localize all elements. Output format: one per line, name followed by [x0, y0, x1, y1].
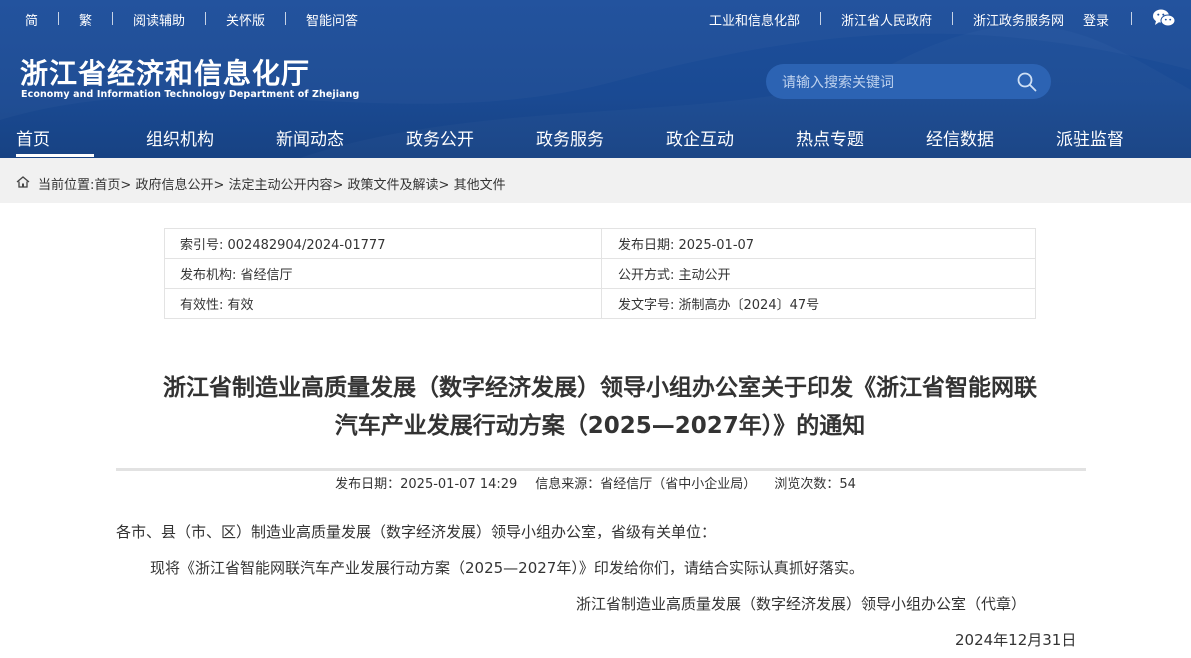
site-logo-subtitle: Economy and Information Technology Depar… — [21, 89, 360, 100]
site-header: 简 繁 阅读辅助 关怀版 智能问答 工业和信息化部 浙江省人民政府 浙江政务服务… — [0, 0, 1191, 158]
article-title-line: 浙江省制造业高质量发展（数字经济发展）领导小组办公室关于印发《浙江省智能网联 — [163, 375, 1037, 401]
breadcrumb-trail: 当前位置:首页> 政府信息公开> 法定主动公开内容> 政策文件及解读> 其他文件 — [38, 178, 506, 193]
search-box — [766, 64, 1051, 101]
nav-item-news[interactable]: 新闻动态 — [276, 125, 344, 150]
breadcrumb-item-policy-docs[interactable]: 政策文件及解读 — [348, 178, 439, 193]
article-salutation: 各市、县（市、区）制造业高质量发展（数字经济发展）领导小组办公室，省级有关单位： — [116, 523, 717, 541]
site-logo-title[interactable]: 浙江省经济和信息化厅 — [20, 52, 310, 92]
home-icon — [16, 176, 30, 188]
article-date: 2024年12月31日 — [955, 631, 1077, 649]
article-title-line: 汽车产业发展行动方案（2025—2027年）》的通知 — [334, 413, 866, 439]
smart-qa-link[interactable]: 智能问答 — [306, 10, 358, 29]
main-nav: 首页 组织机构 新闻动态 政务公开 政务服务 政企互动 热点专题 经信数据 派驻… — [0, 118, 1191, 158]
article-body-paragraph: 现将《浙江省智能网联汽车产业发展行动方案（2025—2027年）》印发给你们，请… — [150, 559, 864, 577]
breadcrumb-prefix: 当前位置: — [38, 178, 95, 193]
breadcrumb-item-home[interactable]: 首页 — [94, 178, 120, 193]
article-view-count: 浏览次数：54 — [774, 477, 856, 492]
top-utility-bar: 简 繁 阅读辅助 关怀版 智能问答 工业和信息化部 浙江省人民政府 浙江政务服务… — [0, 0, 1191, 36]
search-input[interactable] — [780, 64, 1009, 101]
zhejiang-gov-link[interactable]: 浙江省人民政府 — [841, 10, 932, 29]
table-row: 发布机构: 省经信厅 公开方式: 主动公开 — [164, 258, 1036, 289]
divider — [285, 12, 286, 25]
meta-index-number: 索引号: 002482904/2024-01777 — [164, 228, 602, 259]
meta-validity: 有效性: 有效 — [164, 288, 602, 319]
divider — [205, 12, 206, 25]
table-row: 有效性: 有效 发文字号: 浙制高办〔2024〕47号 — [164, 288, 1036, 319]
breadcrumb-item-other-docs[interactable]: 其他文件 — [454, 178, 506, 193]
divider — [952, 12, 953, 25]
divider — [1131, 12, 1132, 25]
meta-publisher: 发布机构: 省经信厅 — [164, 258, 602, 289]
divider — [112, 12, 113, 25]
article-signature: 浙江省制造业高质量发展（数字经济发展）领导小组办公室（代章） — [576, 595, 1027, 613]
nav-active-indicator — [16, 154, 94, 157]
nav-item-gov-enterprise[interactable]: 政企互动 — [666, 125, 734, 150]
nav-item-supervision[interactable]: 派驻监督 — [1056, 125, 1124, 150]
article-title: 浙江省制造业高质量发展（数字经济发展）领导小组办公室关于印发《浙江省智能网联 汽… — [100, 369, 1100, 445]
traditional-chinese-link[interactable]: 繁 — [79, 10, 92, 29]
breadcrumb: 当前位置:首页> 政府信息公开> 法定主动公开内容> 政策文件及解读> 其他文件 — [0, 158, 1191, 203]
reading-assist-link[interactable]: 阅读辅助 — [133, 10, 185, 29]
nav-item-gov-affairs-public[interactable]: 政务公开 — [406, 125, 474, 150]
nav-item-gov-services[interactable]: 政务服务 — [536, 125, 604, 150]
nav-item-hot-topics[interactable]: 热点专题 — [796, 125, 864, 150]
wechat-icon[interactable] — [1152, 8, 1176, 28]
elderly-care-mode-link[interactable]: 关怀版 — [226, 10, 265, 29]
search-icon[interactable] — [1016, 71, 1038, 93]
meta-document-number: 发文字号: 浙制高办〔2024〕47号 — [601, 288, 1036, 319]
divider — [820, 12, 821, 25]
article-publish-time: 发布日期：2025-01-07 14:29 — [335, 477, 518, 492]
breadcrumb-item-gov-info[interactable]: 政府信息公开 — [135, 178, 213, 193]
zhejiang-service-link[interactable]: 浙江政务服务网 — [973, 10, 1064, 29]
meta-disclosure-method: 公开方式: 主动公开 — [601, 258, 1036, 289]
table-row: 索引号: 002482904/2024-01777 发布日期: 2025-01-… — [164, 228, 1036, 259]
nav-item-data[interactable]: 经信数据 — [926, 125, 994, 150]
title-divider — [116, 468, 1086, 471]
nav-item-home[interactable]: 首页 — [16, 125, 50, 150]
divider — [58, 12, 59, 25]
simplified-chinese-link[interactable]: 简 — [25, 10, 38, 29]
article-source: 信息来源：省经信厅（省中小企业局） — [535, 477, 757, 492]
meta-publish-date: 发布日期: 2025-01-07 — [601, 228, 1036, 259]
login-link[interactable]: 登录 — [1083, 10, 1109, 29]
nav-item-organization[interactable]: 组织机构 — [146, 125, 214, 150]
miit-link[interactable]: 工业和信息化部 — [709, 10, 800, 29]
breadcrumb-item-statutory[interactable]: 法定主动公开内容 — [228, 178, 332, 193]
document-meta-table: 索引号: 002482904/2024-01777 发布日期: 2025-01-… — [164, 228, 1036, 319]
article-info-bar: 发布日期：2025-01-07 14:29 信息来源：省经信厅（省中小企业局） 浏览… — [0, 473, 1191, 492]
